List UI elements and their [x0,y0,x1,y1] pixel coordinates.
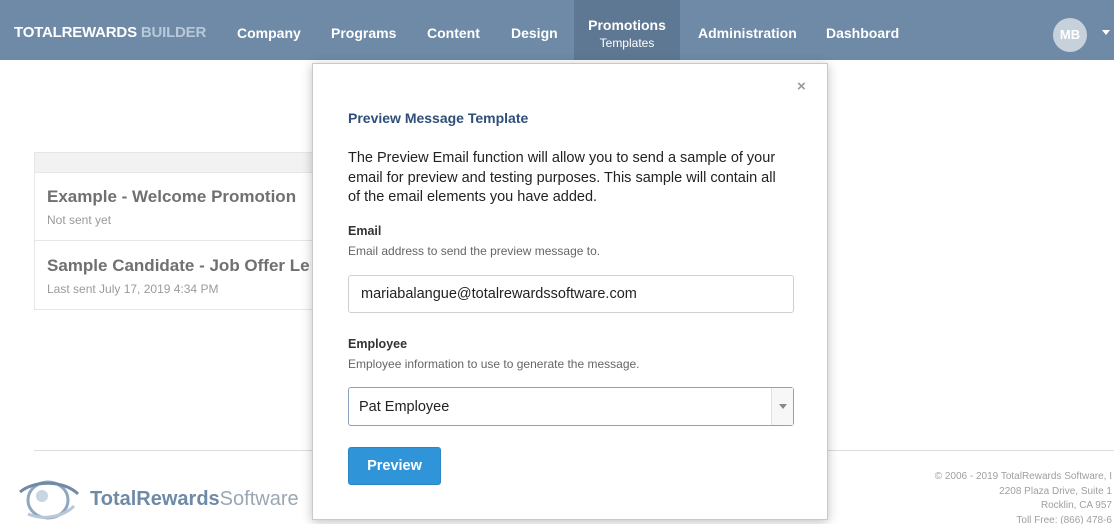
email-label: Email [348,224,382,238]
nav-design[interactable]: Design [511,25,558,41]
chevron-down-icon[interactable] [1102,30,1110,35]
chevron-down-icon [779,404,787,409]
nav-promotions-sublabel: Templates [599,36,655,50]
close-icon[interactable]: × [797,78,806,95]
nav-dashboard[interactable]: Dashboard [826,25,899,41]
preview-button[interactable]: Preview [348,447,441,485]
nav-programs[interactable]: Programs [331,25,396,41]
nav-promotions[interactable]: Promotions Templates [574,0,680,60]
nav-administration[interactable]: Administration [698,25,797,41]
modal-description: The Preview Email function will allow yo… [348,150,776,205]
employee-help-text: Employee information to use to generate … [348,357,640,371]
preview-template-modal: × Preview Message Template The Preview E… [312,63,828,520]
select-toggle[interactable] [771,388,793,425]
email-help-text: Email address to send the preview messag… [348,244,601,258]
nav-company[interactable]: Company [237,25,301,41]
employee-select[interactable]: Pat Employee [348,387,794,426]
brand-sub: BUILDER [140,24,207,41]
brand-main: TOTALREWARDS [14,24,137,41]
top-navbar: TOTALREWARDS BUILDER Company Programs Co… [0,0,1114,60]
modal-title: Preview Message Template [348,110,529,126]
employee-label: Employee [348,337,408,351]
email-field[interactable] [348,275,794,313]
brand-logo[interactable]: TOTALREWARDS BUILDER [14,24,206,41]
user-avatar[interactable]: MB [1053,18,1087,52]
employee-select-value: Pat Employee [359,399,450,415]
nav-promotions-label: Promotions [588,17,666,33]
nav-content[interactable]: Content [427,25,480,41]
